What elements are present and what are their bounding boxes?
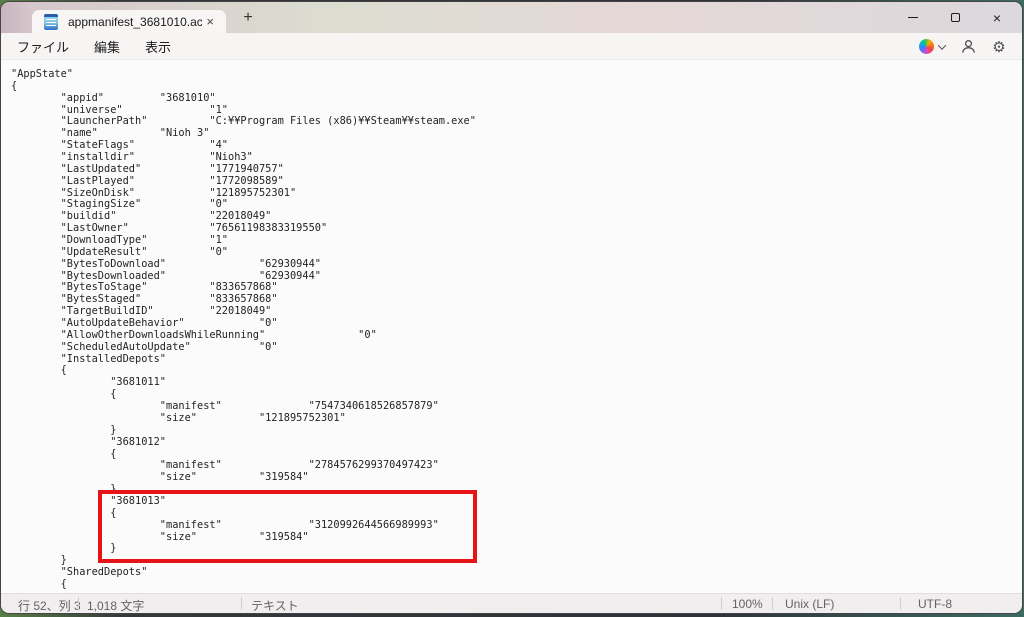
minimize-button[interactable] (892, 2, 934, 33)
zoom-level[interactable]: 100% (732, 597, 763, 611)
settings-button[interactable]: ⚙ (988, 36, 1010, 58)
close-button[interactable]: × (976, 2, 1018, 33)
menu-items: ファイル 編集 表示 (1, 35, 174, 58)
window-caption-buttons: × (892, 2, 1018, 33)
new-tab-button[interactable]: + (238, 8, 258, 28)
close-icon: × (993, 11, 1001, 25)
account-button[interactable] (957, 36, 979, 58)
editor-area: "AppState" { "appid" "3681010" "universe… (1, 60, 1022, 593)
menu-bar: ファイル 編集 表示 ⚙ (1, 33, 1022, 60)
document-type: テキスト (251, 597, 299, 613)
tab-close-icon[interactable]: × (202, 14, 218, 29)
gear-icon: ⚙ (992, 38, 1005, 56)
maximize-icon (951, 13, 960, 22)
statusbar-divider (721, 597, 722, 610)
line-ending[interactable]: Unix (LF) (785, 597, 834, 611)
character-count: 1,018 文字 (87, 597, 144, 613)
title-bar[interactable]: appmanifest_3681010.acf × + × (1, 2, 1022, 33)
menu-view[interactable]: 表示 (142, 35, 174, 58)
copilot-icon (919, 39, 934, 54)
cursor-position: 行 52、列 3 (18, 597, 81, 613)
minimize-icon (908, 17, 918, 18)
menu-file[interactable]: ファイル (14, 35, 72, 58)
copilot-button[interactable] (916, 37, 948, 56)
document-tab[interactable]: appmanifest_3681010.acf × (32, 10, 226, 33)
menu-edit[interactable]: 編集 (91, 35, 123, 58)
notepad-window: appmanifest_3681010.acf × + × ファイル 編集 表示 (1, 2, 1022, 613)
encoding[interactable]: UTF-8 (918, 597, 952, 611)
text-editor-content[interactable]: "AppState" { "appid" "3681010" "universe… (1, 60, 1022, 591)
status-bar: 行 52、列 3 1,018 文字 テキスト 100% Unix (LF) UT… (1, 593, 1022, 613)
menubar-right-icons: ⚙ (916, 33, 1010, 60)
statusbar-divider (772, 597, 773, 610)
statusbar-divider (241, 597, 242, 610)
person-icon (961, 39, 976, 54)
chevron-down-icon (938, 41, 946, 49)
notepad-icon (44, 14, 58, 30)
maximize-button[interactable] (934, 2, 976, 33)
tab-title: appmanifest_3681010.acf (68, 15, 202, 29)
statusbar-divider (900, 597, 901, 610)
statusbar-divider (78, 597, 79, 610)
